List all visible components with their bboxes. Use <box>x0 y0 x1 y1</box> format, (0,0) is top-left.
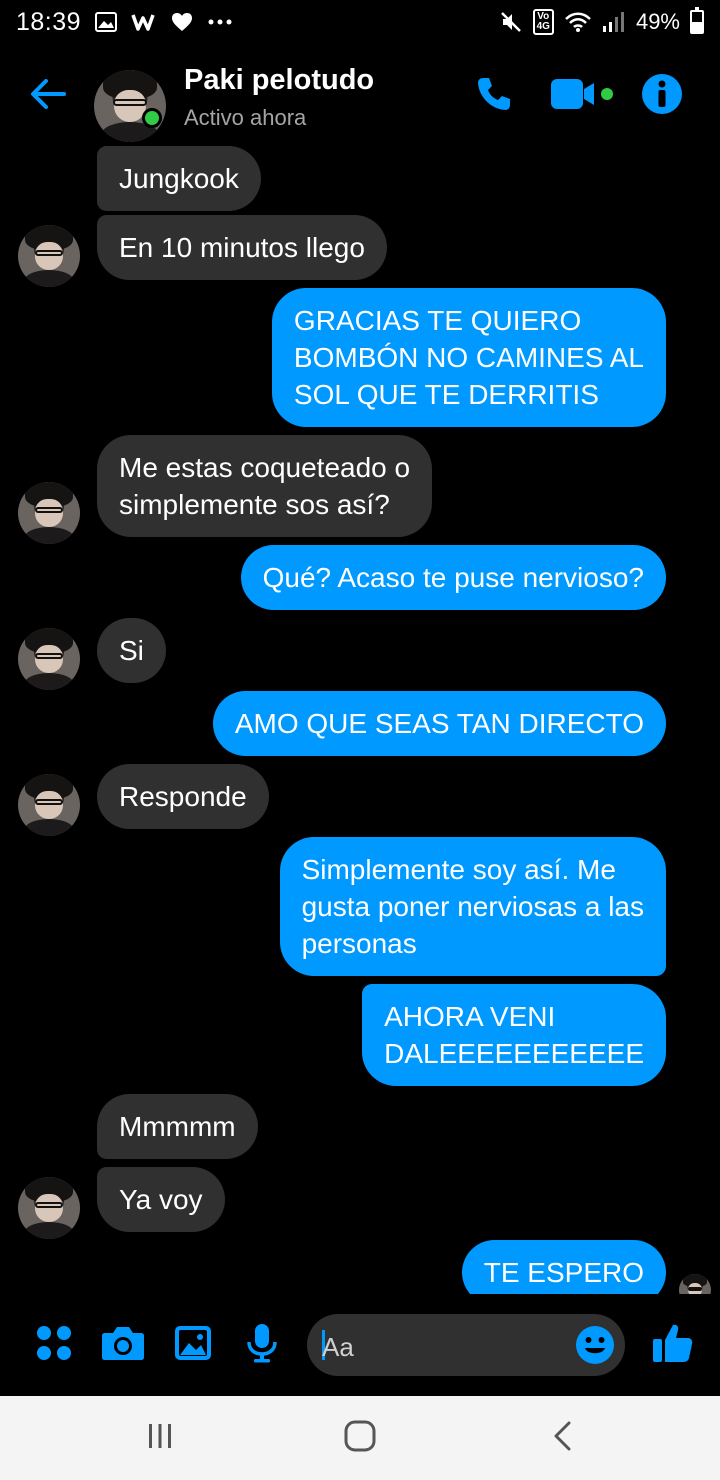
status-time: 18:39 <box>16 7 82 36</box>
contact-avatar-small[interactable] <box>18 1177 80 1239</box>
contact-avatar-small[interactable] <box>18 774 80 836</box>
system-navigation-bar <box>0 1396 720 1480</box>
back-arrow-icon[interactable] <box>26 72 70 116</box>
recent-apps-button[interactable] <box>140 1418 180 1458</box>
wifi-icon <box>564 11 592 33</box>
battery-percent: 49% <box>635 9 680 34</box>
w-app-icon <box>131 12 157 32</box>
incoming-message[interactable]: Jungkook <box>97 146 261 211</box>
home-button[interactable] <box>340 1418 380 1458</box>
video-call-button[interactable] <box>550 74 616 118</box>
home-icon <box>344 1420 376 1457</box>
contact-status: Activo ahora <box>184 105 307 130</box>
emoji-icon[interactable] <box>575 1325 615 1365</box>
incoming-message[interactable]: En 10 minutos llego <box>97 215 387 280</box>
message-composer: Aa <box>0 1296 720 1396</box>
info-button[interactable] <box>640 73 684 120</box>
incoming-message[interactable]: Responde <box>97 764 269 829</box>
gallery-button[interactable] <box>173 1322 213 1368</box>
status-bar: 18:39 Vo 4G 49% <box>0 0 720 44</box>
outgoing-message[interactable]: AHORA VENI DALEEEEEEEEEEE <box>362 984 666 1086</box>
contact-avatar[interactable] <box>94 70 166 142</box>
contact-name[interactable]: Paki pelotudo <box>184 64 374 97</box>
contact-avatar-small[interactable] <box>18 225 80 287</box>
conversation-header: Paki pelotudo Activo ahora <box>0 50 720 142</box>
back-button[interactable] <box>546 1418 578 1458</box>
phone-icon <box>474 74 514 119</box>
contact-avatar-small[interactable] <box>18 482 80 544</box>
contact-avatar-small[interactable] <box>18 628 80 690</box>
voice-button[interactable] <box>244 1322 280 1368</box>
image-icon <box>174 1325 212 1366</box>
online-indicator <box>142 108 162 128</box>
heart-icon <box>171 12 193 32</box>
message-input-placeholder: Aa <box>322 1332 354 1362</box>
message-input[interactable]: Aa <box>307 1314 625 1376</box>
outgoing-message[interactable]: GRACIAS TE QUIERO BOMBÓN NO CAMINES AL S… <box>271 288 666 427</box>
outgoing-message[interactable]: AMO QUE SEAS TAN DIRECTO <box>212 691 666 756</box>
like-button[interactable] <box>652 1322 694 1368</box>
video-camera-icon <box>550 77 616 116</box>
incoming-message[interactable]: Mmmmm <box>97 1094 258 1159</box>
camera-button[interactable] <box>100 1322 146 1368</box>
thumbs-up-icon <box>652 1322 694 1369</box>
info-icon <box>641 73 683 120</box>
status-left: 18:39 <box>16 8 233 37</box>
camera-icon <box>101 1325 145 1366</box>
outgoing-message[interactable]: Simplemente soy así. Me gusta poner nerv… <box>279 837 666 976</box>
signal-icon <box>602 11 626 33</box>
seen-avatar <box>679 1274 711 1294</box>
back-chevron-icon <box>551 1421 573 1456</box>
apps-icon <box>36 1325 72 1366</box>
microphone-icon <box>246 1323 278 1368</box>
apps-button[interactable] <box>34 1322 74 1368</box>
incoming-message[interactable]: Ya voy <box>97 1167 225 1232</box>
mute-icon <box>499 10 523 34</box>
battery-icon <box>690 7 704 34</box>
outgoing-message[interactable]: Qué? Acaso te puse nervioso? <box>240 545 666 610</box>
incoming-message[interactable]: Si <box>97 618 166 683</box>
status-right: Vo 4G 49% <box>499 7 704 35</box>
recent-apps-icon <box>145 1423 175 1454</box>
gallery-icon <box>95 12 118 32</box>
outgoing-message[interactable]: TE ESPERO <box>461 1240 666 1294</box>
phone-call-button[interactable] <box>472 74 516 118</box>
volte-4g-icon: Vo 4G <box>532 9 554 35</box>
more-dots-icon <box>207 18 233 26</box>
message-list[interactable]: Jungkook En 10 minutos llego GRACIAS TE … <box>0 142 720 1294</box>
incoming-message[interactable]: Me estas coqueteado o simplemente sos as… <box>97 435 433 537</box>
